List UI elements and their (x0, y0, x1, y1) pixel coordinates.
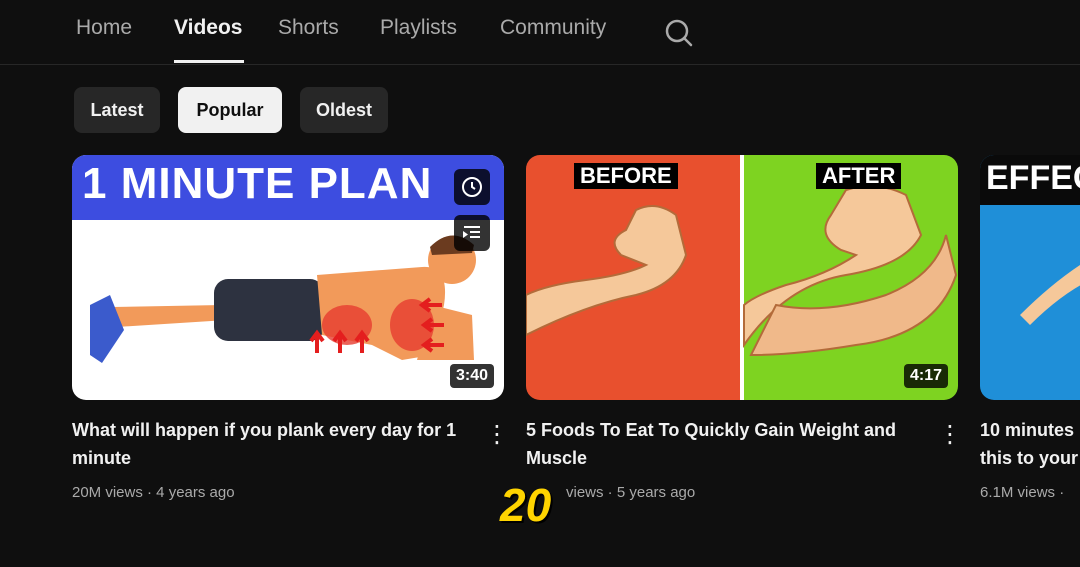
title-line: 10 minutes (980, 420, 1075, 440)
before-after-thumbnail-art (526, 155, 958, 400)
video-meta: views · 5 years ago (566, 484, 696, 501)
video-meta: 6.1M views · (980, 484, 1065, 501)
more-options-icon[interactable]: ⋮ (938, 420, 962, 449)
video-title-foods[interactable]: 5 Foods To Eat To Quickly Gain Weight an… (526, 416, 926, 472)
video-meta: 20M views · 4 years ago (72, 484, 235, 501)
before-label: BEFORE (574, 163, 678, 189)
clock-icon (462, 177, 482, 197)
active-tab-indicator (174, 60, 244, 63)
thumbnail-headline: 1 MINUTE PLAN (82, 159, 433, 208)
watch-later-button[interactable] (454, 169, 490, 205)
search-icon (665, 19, 693, 47)
title-line: 5 Foods To Eat To Quickly Gain Weight an… (526, 420, 897, 440)
title-line: What will happen if you plank every day … (72, 420, 457, 440)
title-line: this to your (980, 448, 1078, 468)
chip-popular[interactable]: Popular (178, 87, 282, 133)
video-title-plank[interactable]: What will happen if you plank every day … (72, 416, 482, 472)
video-duration: 3:40 (449, 364, 494, 388)
tab-playlists[interactable]: Playlists (380, 16, 457, 40)
tab-shorts[interactable]: Shorts (278, 16, 339, 40)
channel-search-button[interactable] (660, 14, 696, 50)
more-options-icon[interactable]: ⋮ (485, 420, 509, 449)
tab-home[interactable]: Home (76, 16, 132, 40)
overlay-number: 20 (500, 479, 552, 531)
chip-oldest[interactable]: Oldest (300, 87, 388, 133)
video-thumbnail-partial[interactable]: EFFEC (980, 155, 1080, 400)
title-line: minute (72, 448, 132, 468)
video-thumbnail-foods[interactable]: BEFORE AFTER 4:17 (526, 155, 958, 400)
tab-community[interactable]: Community (500, 16, 606, 40)
chip-latest[interactable]: Latest (74, 87, 160, 133)
video-title-partial[interactable]: 10 minutes this to your (980, 416, 1080, 472)
video-thumbnail-plank[interactable]: 1 MINUTE PLAN 3:40 (72, 155, 504, 400)
after-label: AFTER (816, 163, 902, 189)
add-to-queue-button[interactable] (454, 215, 490, 251)
channel-tabs: Home Videos Shorts Playlists Community (0, 0, 1080, 65)
tab-videos[interactable]: Videos (174, 16, 242, 40)
queue-icon (463, 226, 480, 238)
video-duration: 4:17 (903, 364, 948, 388)
title-line: Muscle (526, 448, 588, 468)
partial-thumbnail-art (1020, 265, 1080, 325)
